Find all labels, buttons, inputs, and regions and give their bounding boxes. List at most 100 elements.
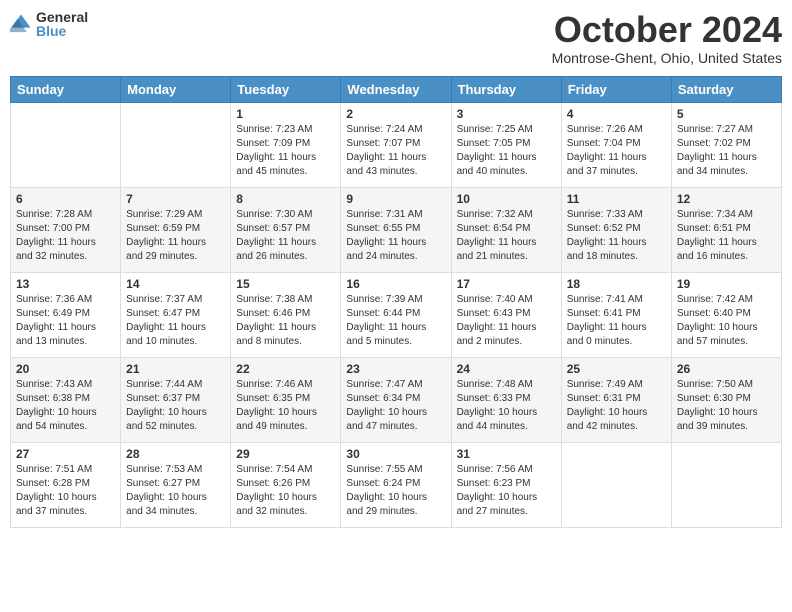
cell-content: Sunrise: 7:31 AM Sunset: 6:55 PM Dayligh… <box>346 208 445 264</box>
logo-text: General Blue <box>36 10 88 38</box>
day-number: 17 <box>457 277 556 291</box>
calendar-cell: 19 Sunrise: 7:42 AM Sunset: 6:40 PM Dayli… <box>671 272 781 357</box>
cell-content: Sunrise: 7:50 AM Sunset: 6:30 PM Dayligh… <box>677 378 776 434</box>
calendar-cell: 1 Sunrise: 7:23 AM Sunset: 7:09 PM Daylig… <box>231 102 341 187</box>
calendar-cell: 28Sunrise: 7:53 AM Sunset: 6:27 PM Dayli… <box>121 442 231 527</box>
cell-content: Sunrise: 7:48 AM Sunset: 6:33 PM Dayligh… <box>457 378 556 434</box>
calendar-week-row: 13 Sunrise: 7:36 AM Sunset: 6:49 PM Dayli… <box>11 272 782 357</box>
calendar-cell: 9 Sunrise: 7:31 AM Sunset: 6:55 PM Daylig… <box>341 187 451 272</box>
calendar-cell: 20Sunrise: 7:43 AM Sunset: 6:38 PM Dayli… <box>11 357 121 442</box>
cell-content: Sunrise: 7:54 AM Sunset: 6:26 PM Dayligh… <box>236 463 335 519</box>
cell-content: Sunrise: 7:23 AM Sunset: 7:09 PM Dayligh… <box>236 123 335 179</box>
calendar-day-header: Saturday <box>671 76 781 102</box>
cell-content: Sunrise: 7:51 AM Sunset: 6:28 PM Dayligh… <box>16 463 115 519</box>
day-number: 28 <box>126 447 225 461</box>
calendar-cell: 23 Sunrise: 7:47 AM Sunset: 6:34 PM Dayli… <box>341 357 451 442</box>
day-number: 11 <box>567 192 666 206</box>
day-number: 4 <box>567 107 666 121</box>
day-number: 22 <box>236 362 335 376</box>
calendar-cell: 5 Sunrise: 7:27 AM Sunset: 7:02 PM Daylig… <box>671 102 781 187</box>
cell-content: Sunrise: 7:30 AM Sunset: 6:57 PM Dayligh… <box>236 208 335 264</box>
cell-content: Sunrise: 7:49 AM Sunset: 6:31 PM Dayligh… <box>567 378 666 434</box>
calendar-cell: 18 Sunrise: 7:41 AM Sunset: 6:41 PM Dayli… <box>561 272 671 357</box>
calendar-cell: 29 Sunrise: 7:54 AM Sunset: 6:26 PM Dayli… <box>231 442 341 527</box>
cell-content: Sunrise: 7:24 AM Sunset: 7:07 PM Dayligh… <box>346 123 445 179</box>
title-block: October 2024 Montrose-Ghent, Ohio, Unite… <box>552 10 782 66</box>
calendar-cell: 24 Sunrise: 7:48 AM Sunset: 6:33 PM Dayli… <box>451 357 561 442</box>
day-number: 18 <box>567 277 666 291</box>
logo-general: General <box>36 10 88 24</box>
day-number: 1 <box>236 107 335 121</box>
logo-icon <box>10 13 32 35</box>
calendar-body: 1 Sunrise: 7:23 AM Sunset: 7:09 PM Daylig… <box>11 102 782 527</box>
day-number: 26 <box>677 362 776 376</box>
calendar-cell: 11 Sunrise: 7:33 AM Sunset: 6:52 PM Dayli… <box>561 187 671 272</box>
cell-content: Sunrise: 7:39 AM Sunset: 6:44 PM Dayligh… <box>346 293 445 349</box>
calendar-day-header: Friday <box>561 76 671 102</box>
month-title: October 2024 <box>552 10 782 50</box>
cell-content: Sunrise: 7:56 AM Sunset: 6:23 PM Dayligh… <box>457 463 556 519</box>
cell-content: Sunrise: 7:47 AM Sunset: 6:34 PM Dayligh… <box>346 378 445 434</box>
day-number: 9 <box>346 192 445 206</box>
location: Montrose-Ghent, Ohio, United States <box>552 50 782 66</box>
page-header: General Blue October 2024 Montrose-Ghent… <box>10 10 782 66</box>
day-number: 14 <box>126 277 225 291</box>
day-number: 8 <box>236 192 335 206</box>
day-number: 5 <box>677 107 776 121</box>
calendar-week-row: 1 Sunrise: 7:23 AM Sunset: 7:09 PM Daylig… <box>11 102 782 187</box>
calendar-cell: 6 Sunrise: 7:28 AM Sunset: 7:00 PM Daylig… <box>11 187 121 272</box>
cell-content: Sunrise: 7:40 AM Sunset: 6:43 PM Dayligh… <box>457 293 556 349</box>
day-number: 24 <box>457 362 556 376</box>
cell-content: Sunrise: 7:25 AM Sunset: 7:05 PM Dayligh… <box>457 123 556 179</box>
calendar-cell <box>561 442 671 527</box>
calendar-cell: 12 Sunrise: 7:34 AM Sunset: 6:51 PM Dayli… <box>671 187 781 272</box>
day-number: 21 <box>126 362 225 376</box>
cell-content: Sunrise: 7:34 AM Sunset: 6:51 PM Dayligh… <box>677 208 776 264</box>
calendar-header-row: SundayMondayTuesdayWednesdayThursdayFrid… <box>11 76 782 102</box>
calendar-cell: 10Sunrise: 7:32 AM Sunset: 6:54 PM Dayli… <box>451 187 561 272</box>
calendar-cell <box>671 442 781 527</box>
cell-content: Sunrise: 7:42 AM Sunset: 6:40 PM Dayligh… <box>677 293 776 349</box>
calendar-cell: 3 Sunrise: 7:25 AM Sunset: 7:05 PM Daylig… <box>451 102 561 187</box>
calendar-cell: 31 Sunrise: 7:56 AM Sunset: 6:23 PM Dayli… <box>451 442 561 527</box>
cell-content: Sunrise: 7:41 AM Sunset: 6:41 PM Dayligh… <box>567 293 666 349</box>
cell-content: Sunrise: 7:37 AM Sunset: 6:47 PM Dayligh… <box>126 293 225 349</box>
calendar-day-header: Sunday <box>11 76 121 102</box>
day-number: 31 <box>457 447 556 461</box>
calendar-cell: 8 Sunrise: 7:30 AM Sunset: 6:57 PM Daylig… <box>231 187 341 272</box>
calendar-day-header: Tuesday <box>231 76 341 102</box>
cell-content: Sunrise: 7:38 AM Sunset: 6:46 PM Dayligh… <box>236 293 335 349</box>
day-number: 13 <box>16 277 115 291</box>
cell-content: Sunrise: 7:36 AM Sunset: 6:49 PM Dayligh… <box>16 293 115 349</box>
day-number: 19 <box>677 277 776 291</box>
calendar-cell <box>11 102 121 187</box>
day-number: 29 <box>236 447 335 461</box>
cell-content: Sunrise: 7:28 AM Sunset: 7:00 PM Dayligh… <box>16 208 115 264</box>
calendar-week-row: 6 Sunrise: 7:28 AM Sunset: 7:00 PM Daylig… <box>11 187 782 272</box>
cell-content: Sunrise: 7:27 AM Sunset: 7:02 PM Dayligh… <box>677 123 776 179</box>
calendar-week-row: 20Sunrise: 7:43 AM Sunset: 6:38 PM Dayli… <box>11 357 782 442</box>
calendar-cell: 4Sunrise: 7:26 AM Sunset: 7:04 PM Daylig… <box>561 102 671 187</box>
calendar-cell: 26 Sunrise: 7:50 AM Sunset: 6:30 PM Dayli… <box>671 357 781 442</box>
day-number: 10 <box>457 192 556 206</box>
calendar-cell: 25Sunrise: 7:49 AM Sunset: 6:31 PM Dayli… <box>561 357 671 442</box>
day-number: 30 <box>346 447 445 461</box>
day-number: 15 <box>236 277 335 291</box>
day-number: 7 <box>126 192 225 206</box>
cell-content: Sunrise: 7:33 AM Sunset: 6:52 PM Dayligh… <box>567 208 666 264</box>
logo: General Blue <box>10 10 88 38</box>
day-number: 3 <box>457 107 556 121</box>
day-number: 27 <box>16 447 115 461</box>
calendar-cell: 16 Sunrise: 7:39 AM Sunset: 6:44 PM Dayli… <box>341 272 451 357</box>
day-number: 6 <box>16 192 115 206</box>
cell-content: Sunrise: 7:43 AM Sunset: 6:38 PM Dayligh… <box>16 378 115 434</box>
day-number: 23 <box>346 362 445 376</box>
calendar-cell: 22Sunrise: 7:46 AM Sunset: 6:35 PM Dayli… <box>231 357 341 442</box>
logo-blue: Blue <box>36 24 88 38</box>
calendar-cell: 15 Sunrise: 7:38 AM Sunset: 6:46 PM Dayli… <box>231 272 341 357</box>
day-number: 12 <box>677 192 776 206</box>
calendar-cell: 17 Sunrise: 7:40 AM Sunset: 6:43 PM Dayli… <box>451 272 561 357</box>
cell-content: Sunrise: 7:44 AM Sunset: 6:37 PM Dayligh… <box>126 378 225 434</box>
day-number: 16 <box>346 277 445 291</box>
calendar-day-header: Wednesday <box>341 76 451 102</box>
